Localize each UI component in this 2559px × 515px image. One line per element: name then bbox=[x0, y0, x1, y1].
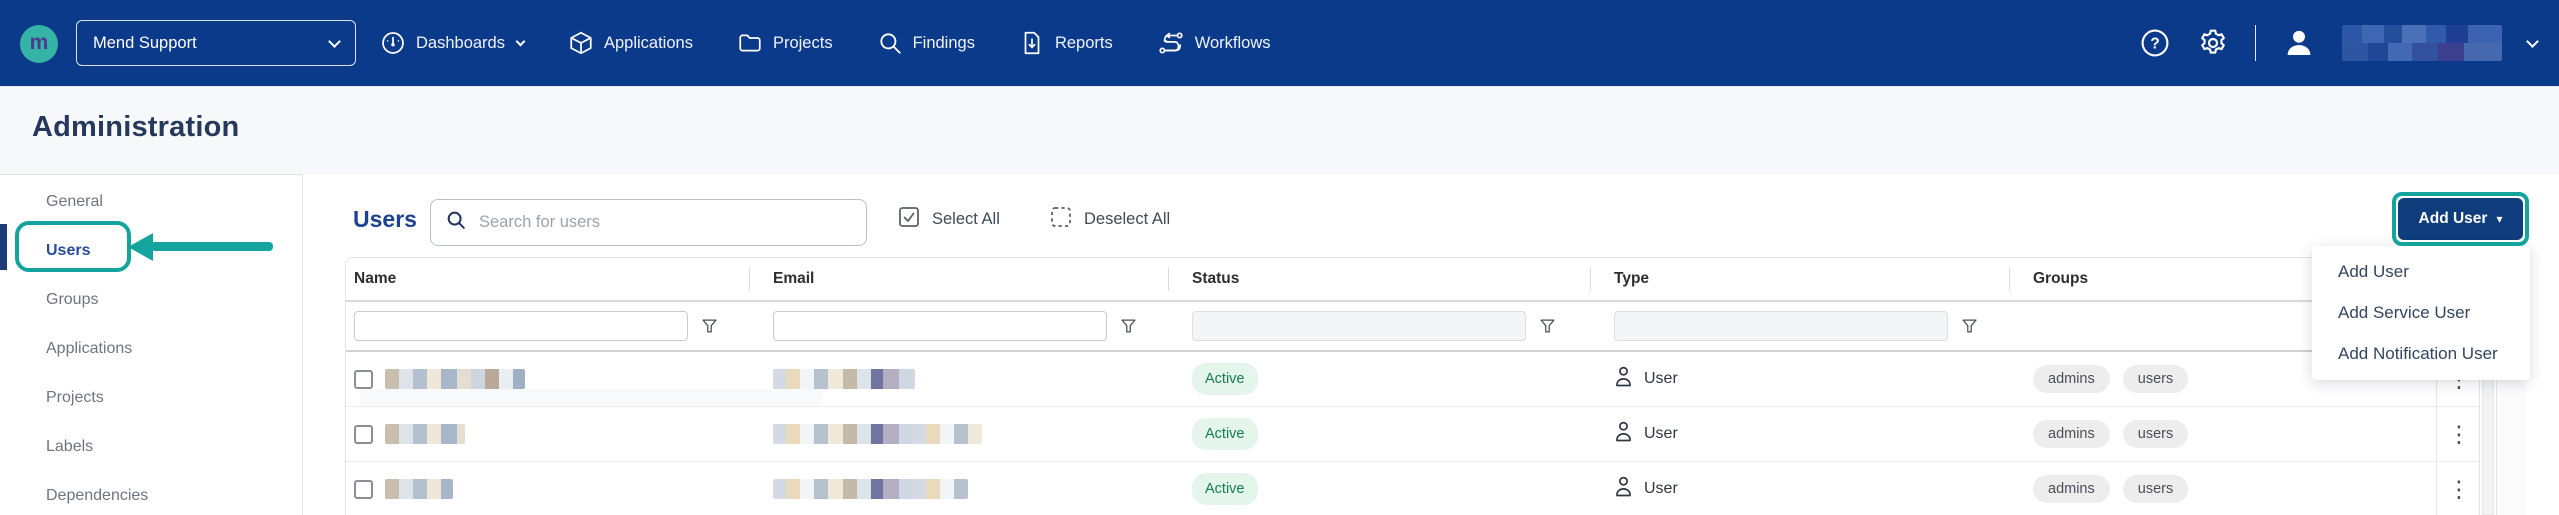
mend-admin-screen: m Mend Support Dashboards bbox=[0, 0, 2559, 515]
group-badge: admins bbox=[2033, 365, 2110, 394]
nav-item-reports[interactable]: Reports bbox=[1019, 30, 1113, 56]
filter-funnel-icon[interactable] bbox=[702, 319, 717, 333]
group-badge: users bbox=[2123, 365, 2188, 394]
chevron-down-icon bbox=[516, 36, 526, 46]
type-filter-input[interactable] bbox=[1614, 311, 1948, 341]
column-header-email[interactable]: Email bbox=[749, 258, 1168, 300]
annotation-arrow-shaft bbox=[151, 242, 273, 251]
active-item-edge-bar bbox=[0, 224, 7, 270]
name-filter-input[interactable] bbox=[354, 311, 688, 341]
row-checkbox[interactable] bbox=[354, 370, 373, 389]
name-redacted bbox=[385, 369, 525, 389]
page-title: Administration bbox=[32, 111, 239, 144]
user-avatar-icon[interactable] bbox=[2282, 26, 2316, 60]
nav-item-findings[interactable]: Findings bbox=[877, 30, 975, 56]
email-redacted bbox=[773, 369, 915, 389]
title-bar: Administration bbox=[0, 86, 2559, 174]
sidebar-nav-list: General Users Groups Applications Projec… bbox=[0, 175, 302, 515]
gauge-icon bbox=[380, 30, 406, 56]
filter-funnel-icon[interactable] bbox=[1121, 319, 1136, 333]
sidebar-item-labels[interactable]: Labels bbox=[0, 422, 302, 471]
table-row[interactable]: Active User admins users ⋮ bbox=[346, 352, 2479, 407]
users-table: Name Email Status Type Groups bbox=[345, 257, 2480, 515]
users-search-box bbox=[430, 199, 867, 246]
mend-logo-icon[interactable]: m bbox=[20, 25, 58, 63]
sidebar-item-applications[interactable]: Applications bbox=[0, 324, 302, 373]
group-badge: users bbox=[2123, 420, 2188, 449]
nav-item-projects[interactable]: Projects bbox=[737, 30, 833, 56]
help-icon[interactable]: ? bbox=[2139, 27, 2171, 59]
nav-item-workflows[interactable]: Workflows bbox=[1157, 30, 1271, 56]
email-redacted bbox=[773, 424, 982, 444]
group-badge: admins bbox=[2033, 475, 2110, 504]
status-badge: Active bbox=[1192, 418, 1258, 451]
select-all-button[interactable]: Select All bbox=[898, 206, 1000, 233]
users-heading: Users bbox=[353, 206, 417, 233]
group-badge: admins bbox=[2033, 420, 2110, 449]
menu-item-add-notification-user[interactable]: Add Notification User bbox=[2312, 333, 2530, 374]
user-type-icon bbox=[1614, 476, 1633, 502]
status-filter-input[interactable] bbox=[1192, 311, 1526, 341]
column-header-type[interactable]: Type bbox=[1590, 258, 2009, 300]
chevron-down-icon bbox=[328, 35, 341, 48]
nav-item-applications[interactable]: Applications bbox=[568, 30, 693, 56]
admin-sidebar: General Users Groups Applications Projec… bbox=[0, 174, 303, 515]
svg-text:?: ? bbox=[2150, 35, 2159, 52]
annotation-arrow-icon bbox=[128, 233, 153, 261]
add-user-button[interactable]: Add User ▾ bbox=[2398, 198, 2523, 240]
row-checkbox[interactable] bbox=[354, 425, 373, 444]
nav-item-dashboards[interactable]: Dashboards bbox=[380, 30, 524, 56]
sidebar-item-dependencies[interactable]: Dependencies bbox=[0, 471, 302, 515]
user-type-icon bbox=[1614, 366, 1633, 392]
folder-icon bbox=[737, 30, 763, 56]
sidebar-item-general[interactable]: General bbox=[0, 177, 302, 226]
search-icon bbox=[445, 209, 467, 236]
gear-icon[interactable] bbox=[2197, 27, 2229, 59]
table-row[interactable]: Active User admins users ⋮ bbox=[346, 462, 2479, 515]
column-header-status[interactable]: Status bbox=[1168, 258, 1590, 300]
table-row[interactable]: Active User admins users ⋮ bbox=[346, 407, 2479, 462]
email-redacted bbox=[773, 479, 968, 499]
organization-selector-value: Mend Support bbox=[93, 34, 330, 53]
deselect-all-button[interactable]: Deselect All bbox=[1050, 206, 1170, 233]
row-checkbox[interactable] bbox=[354, 480, 373, 499]
report-icon bbox=[1019, 30, 1045, 56]
organization-selector[interactable]: Mend Support bbox=[76, 20, 356, 66]
row-menu-icon[interactable]: ⋮ bbox=[2448, 423, 2471, 446]
email-filter-input[interactable] bbox=[773, 311, 1107, 341]
filter-funnel-icon[interactable] bbox=[1540, 319, 1555, 333]
name-redacted bbox=[385, 424, 465, 444]
search-input[interactable] bbox=[479, 213, 852, 232]
caret-down-icon: ▾ bbox=[2496, 213, 2502, 225]
status-badge: Active bbox=[1192, 473, 1258, 506]
checkbox-checked-icon bbox=[898, 206, 920, 233]
user-name-redacted bbox=[2342, 25, 2502, 61]
table-header-row: Name Email Status Type Groups bbox=[346, 258, 2479, 302]
primary-nav: Dashboards Applications Proj bbox=[380, 0, 1271, 86]
chevron-down-icon bbox=[2526, 35, 2539, 48]
menu-item-add-user[interactable]: Add User bbox=[2312, 251, 2530, 292]
user-type-icon bbox=[1614, 421, 1633, 447]
name-redacted bbox=[385, 479, 453, 499]
navbar-divider bbox=[2255, 25, 2256, 61]
table-filter-row bbox=[346, 302, 2479, 352]
sidebar-item-projects[interactable]: Projects bbox=[0, 373, 302, 422]
magnifier-icon bbox=[877, 30, 903, 56]
filter-funnel-icon[interactable] bbox=[1962, 319, 1977, 333]
table-body: Active User admins users ⋮ bbox=[346, 352, 2479, 515]
status-badge: Active bbox=[1192, 363, 1258, 396]
add-user-dropdown-menu: Add User Add Service User Add Notificati… bbox=[2312, 246, 2530, 380]
menu-item-add-service-user[interactable]: Add Service User bbox=[2312, 292, 2530, 333]
sidebar-item-groups[interactable]: Groups bbox=[0, 275, 302, 324]
workflow-icon bbox=[1157, 30, 1185, 56]
row-menu-icon[interactable]: ⋮ bbox=[2448, 478, 2471, 501]
cube-icon bbox=[568, 30, 594, 56]
navbar-right-cluster: ? bbox=[2139, 0, 2537, 86]
top-navbar: m Mend Support Dashboards bbox=[0, 0, 2559, 86]
group-badge: users bbox=[2123, 475, 2188, 504]
column-header-name[interactable]: Name bbox=[346, 258, 749, 300]
dashed-square-icon bbox=[1050, 206, 1072, 233]
